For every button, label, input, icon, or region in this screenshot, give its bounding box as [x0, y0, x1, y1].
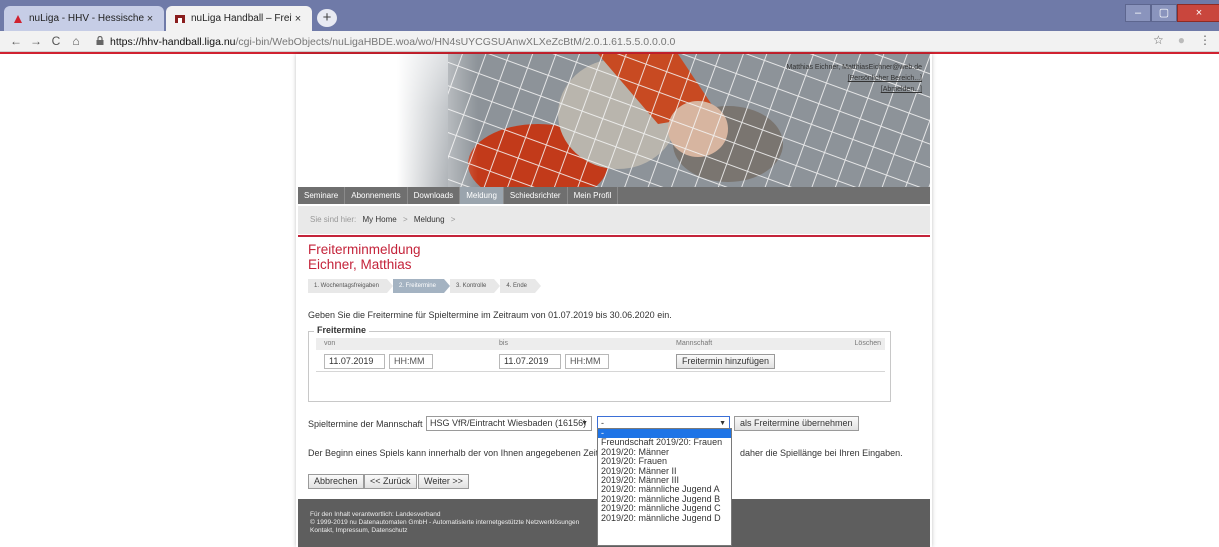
lock-icon: [96, 35, 104, 47]
back-icon[interactable]: ←: [6, 34, 26, 48]
column-von: von: [324, 340, 336, 347]
window-controls: – ▢ ×: [1125, 4, 1219, 22]
dropdown-option[interactable]: 2019/20: männliche Jugend D: [598, 514, 731, 523]
browser-tab-hhv[interactable]: nuLiga - HHV - Hessischer Handba ×: [4, 6, 164, 31]
freitermine-fieldset: Freitermine von bis Mannschaft Löschen 1…: [308, 325, 891, 402]
tab-title: nuLiga - HHV - Hessischer Handba: [29, 13, 144, 24]
browser-toolbar: ← → C ⌂ https://hhv-handball.liga.nu/cgi…: [0, 31, 1219, 52]
column-bis: bis: [499, 340, 508, 347]
team-label: Spieltermine der Mannschaft: [308, 419, 423, 429]
back-button[interactable]: << Zurück: [364, 474, 417, 489]
browser-tabstrip: nuLiga - HHV - Hessischer Handba × nuLig…: [0, 0, 1219, 31]
handball-favicon-icon: [174, 13, 186, 25]
dropdown-option[interactable]: Freundschaft 2019/20: Frauen: [598, 438, 731, 447]
close-window-icon[interactable]: ×: [1177, 4, 1219, 22]
new-tab-button[interactable]: +: [317, 9, 337, 27]
competition-dropdown-list: - Freundschaft 2019/20: Frauen 2019/20: …: [597, 428, 732, 546]
step-freitermine: 2. Freitermine: [392, 279, 450, 293]
address-bar[interactable]: https://hhv-handball.liga.nu/cgi-bin/Web…: [96, 33, 1136, 50]
logout-link[interactable]: [Abmelden...]: [881, 86, 922, 93]
chevron-down-icon: ▼: [581, 420, 588, 427]
breadcrumb-prefix: Sie sind hier:: [310, 215, 357, 224]
team-select[interactable]: HSG VfR/Eintracht Wiesbaden (16156) ▼: [426, 416, 592, 431]
breadcrumb-meldung[interactable]: Meldung: [414, 215, 445, 224]
forward-icon[interactable]: →: [26, 34, 46, 48]
personal-area-link[interactable]: [Persönlicher Bereich...]: [848, 75, 922, 82]
menu-item-downloads[interactable]: Downloads: [408, 187, 461, 204]
dropdown-option[interactable]: 2019/20: Männer II: [598, 467, 731, 476]
tab-close-icon[interactable]: ×: [144, 13, 156, 25]
url-path: /cgi-bin/WebObjects/nuLigaHBDE.woa/wo/HN…: [235, 35, 676, 48]
apply-as-freitermine-button[interactable]: als Freitermine übernehmen: [734, 416, 859, 431]
profile-icon[interactable]: ●: [1178, 33, 1185, 47]
step-wochentagsfreigaben: 1. Wochentagsfreigaben: [308, 279, 393, 293]
browser-tab-freiterminmeldung[interactable]: nuLiga Handball – Freiterminmel ×: [166, 6, 312, 31]
freitermine-legend: Freitermine: [314, 325, 370, 335]
page-subtitle: Eichner, Matthias: [308, 257, 412, 272]
column-mannschaft: Mannschaft: [676, 340, 713, 347]
menu-item-abonnements[interactable]: Abonnements: [345, 187, 408, 204]
breadcrumb-my-home[interactable]: My Home: [362, 215, 396, 224]
von-time-input[interactable]: HH:MM: [389, 354, 433, 369]
menu-item-mein-profil[interactable]: Mein Profil: [568, 187, 619, 204]
note-text-start: Der Beginn eines Spiels kann innerhalb d…: [308, 448, 604, 458]
tab-title: nuLiga Handball – Freiterminmel: [191, 13, 292, 24]
column-loeschen: Löschen: [854, 340, 881, 347]
breadcrumb: Sie sind hier: My Home > Meldung >: [298, 206, 930, 234]
bis-time-input[interactable]: HH:MM: [565, 354, 609, 369]
main-menu: Seminare Abonnements Downloads Meldung S…: [298, 187, 930, 204]
bookmark-star-icon[interactable]: ☆: [1153, 33, 1164, 47]
browser-menu-icon[interactable]: ⋮: [1199, 33, 1211, 47]
minimize-icon[interactable]: –: [1125, 4, 1151, 22]
home-icon[interactable]: ⌂: [66, 34, 86, 48]
wizard-steps: 1. Wochentagsfreigaben 2. Freitermine 3.…: [308, 279, 541, 293]
next-button[interactable]: Weiter >>: [418, 474, 469, 489]
tab-close-icon[interactable]: ×: [292, 13, 304, 25]
menu-item-meldung[interactable]: Meldung: [460, 187, 504, 204]
cancel-button[interactable]: Abbrechen: [308, 474, 364, 489]
intro-text: Geben Sie die Freitermine für Spieltermi…: [308, 310, 672, 320]
menu-item-seminare[interactable]: Seminare: [298, 187, 346, 204]
dropdown-option[interactable]: -: [598, 429, 731, 439]
reload-icon[interactable]: C: [46, 34, 66, 48]
add-freitermin-button[interactable]: Freitermin hinzufügen: [676, 354, 776, 369]
url-host: https://hhv-handball.liga.nu: [110, 35, 236, 48]
dropdown-option[interactable]: 2019/20: Frauen: [598, 457, 731, 466]
user-info: Matthias Eichner, MatthiasEichner@web.de…: [786, 62, 922, 95]
breadcrumb-separator: >: [450, 215, 456, 224]
user-name-email: Matthias Eichner, MatthiasEichner@web.de: [786, 64, 922, 71]
competition-select-value: -: [601, 418, 604, 428]
breadcrumb-separator: >: [402, 215, 408, 224]
header-banner: Matthias Eichner, MatthiasEichner@web.de…: [298, 54, 930, 187]
freitermin-input-row: 11.07.2019 HH:MM 11.07.2019 HH:MM Freite…: [316, 352, 885, 372]
breadcrumb-accent-line: [298, 235, 930, 237]
nuliga-favicon-icon: [12, 13, 24, 25]
freitermine-table-header: von bis Mannschaft Löschen: [316, 338, 885, 350]
page-title: Freiterminmeldung: [308, 242, 421, 257]
dropdown-option[interactable]: 2019/20: Männer III: [598, 476, 731, 485]
dropdown-option[interactable]: 2019/20: Männer: [598, 448, 731, 457]
note-text-end: daher die Spiellänge bei Ihren Eingaben.: [740, 448, 903, 458]
maximize-icon[interactable]: ▢: [1151, 4, 1177, 22]
bis-date-input[interactable]: 11.07.2019: [499, 354, 561, 369]
team-select-value: HSG VfR/Eintracht Wiesbaden (16156): [430, 418, 587, 428]
dropdown-option[interactable]: 2019/20: männliche Jugend B: [598, 495, 731, 504]
dropdown-option[interactable]: 2019/20: männliche Jugend A: [598, 485, 731, 494]
step-ende: 4. Ende: [500, 279, 541, 293]
von-date-input[interactable]: 11.07.2019: [324, 354, 385, 369]
dropdown-option[interactable]: 2019/20: männliche Jugend C: [598, 504, 731, 513]
step-kontrolle: 3. Kontrolle: [449, 279, 501, 293]
menu-item-schiedsrichter[interactable]: Schiedsrichter: [504, 187, 568, 204]
